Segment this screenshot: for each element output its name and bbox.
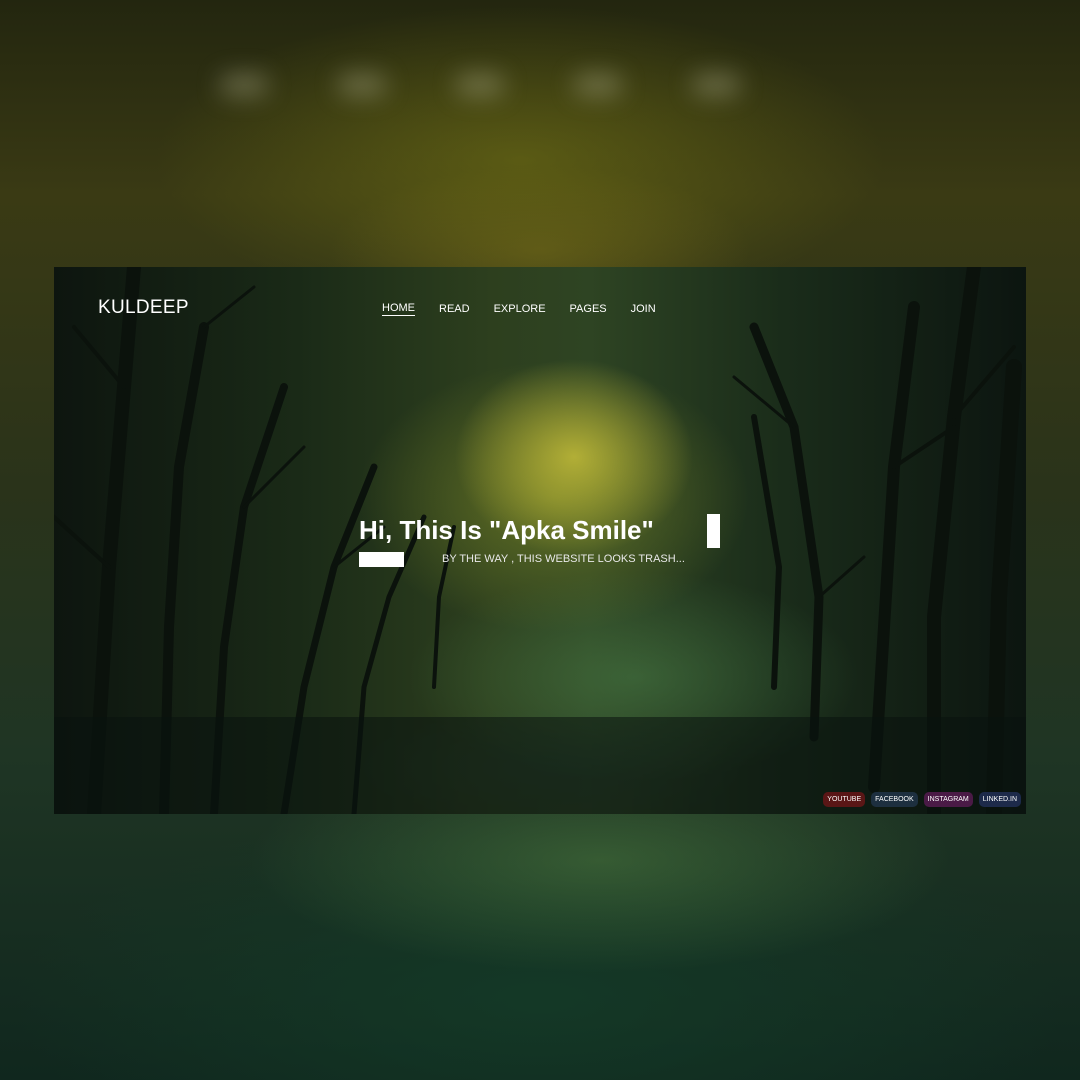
nav-home[interactable]: HOME [382, 302, 415, 316]
hero-accent-bar [359, 552, 404, 567]
typing-cursor [707, 514, 720, 548]
facebook-link[interactable]: FACEBOOK [871, 792, 918, 807]
website-screenshot: KULDEEP HOME READ EXPLORE PAGES JOIN Hi,… [54, 267, 1026, 814]
nav-read[interactable]: READ [439, 303, 470, 315]
youtube-link[interactable]: YOUTUBE [823, 792, 866, 807]
linkedin-link[interactable]: LINKED.IN [978, 792, 1021, 807]
instagram-link[interactable]: INSTAGRAM [923, 792, 973, 807]
social-links: YOUTUBE FACEBOOK INSTAGRAM LINKED.IN [823, 792, 1021, 807]
blurred-nav-ghost [220, 60, 740, 110]
hero-subtitle: BY THE WAY , THIS WEBSITE LOOKS TRASH... [442, 553, 685, 565]
nav-explore[interactable]: EXPLORE [494, 303, 546, 315]
main-nav: HOME READ EXPLORE PAGES JOIN [382, 302, 656, 316]
site-logo[interactable]: KULDEEP [98, 297, 189, 319]
hero-title: Hi, This Is "Apka Smile" [359, 515, 654, 545]
nav-join[interactable]: JOIN [631, 303, 656, 315]
nav-pages[interactable]: PAGES [570, 303, 607, 315]
